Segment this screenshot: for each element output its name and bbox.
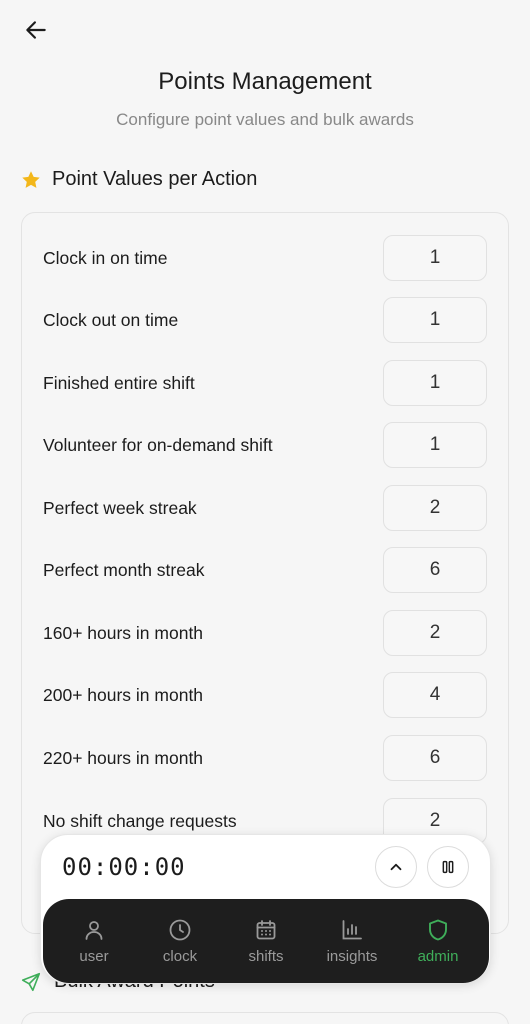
action-label: 200+ hours in month <box>43 684 204 705</box>
nav-label: clock <box>162 947 198 965</box>
point-row: Volunteer for on-demand shift <box>22 414 508 476</box>
point-value-input[interactable] <box>383 422 487 468</box>
bulk-award-card <box>21 1012 509 1024</box>
point-values-card: Clock in on time Clock out on time Finis… <box>21 212 509 934</box>
action-label: Volunteer for on-demand shift <box>43 434 273 455</box>
nav-label: insights <box>326 947 378 965</box>
point-value-input[interactable] <box>383 672 487 718</box>
page-title: Points Management <box>158 68 372 95</box>
point-value-input[interactable] <box>383 235 487 281</box>
nav-item-user[interactable]: user <box>53 918 135 965</box>
section-title: Point Values per Action <box>52 168 258 190</box>
action-label: Clock out on time <box>43 309 179 330</box>
page-subtitle: Configure point values and bulk awards <box>116 110 414 129</box>
timer-panel: 00:00:00 user clock shifts insights admi… <box>40 834 491 984</box>
action-label: 220+ hours in month <box>43 747 204 768</box>
bar-chart-icon <box>342 919 362 939</box>
collapse-button[interactable] <box>375 846 417 888</box>
nav-label: user <box>79 947 109 965</box>
calendar-icon <box>256 919 276 939</box>
nav-item-shifts[interactable]: shifts <box>225 918 307 965</box>
action-label: No shift change requests <box>43 810 237 831</box>
nav-label: shifts <box>248 947 284 965</box>
action-label: Perfect month streak <box>43 559 205 580</box>
point-value-input[interactable] <box>383 547 487 593</box>
pause-button[interactable] <box>427 846 469 888</box>
point-value-input[interactable] <box>383 360 487 406</box>
point-row: Finished entire shift <box>22 352 508 414</box>
bottom-nav: user clock shifts insights admin <box>43 899 489 983</box>
point-value-input[interactable] <box>383 735 487 781</box>
send-icon <box>21 972 41 991</box>
point-row: Clock in on time <box>22 227 508 289</box>
point-values-header: Point Values per Action <box>20 168 257 191</box>
chevron-up-icon <box>390 863 402 871</box>
point-row: 220+ hours in month <box>22 727 508 789</box>
timer-display: 00:00:00 <box>62 853 186 881</box>
star-icon <box>22 170 40 188</box>
action-label: Perfect week streak <box>43 497 197 518</box>
nav-item-insights[interactable]: insights <box>311 918 393 965</box>
back-button[interactable] <box>20 14 52 46</box>
clock-icon <box>169 919 191 940</box>
point-value-input[interactable] <box>383 485 487 531</box>
action-label: 160+ hours in month <box>43 622 204 643</box>
action-label: Finished entire shift <box>43 372 195 393</box>
action-label: Clock in on time <box>43 247 168 268</box>
point-row: 200+ hours in month <box>22 664 508 726</box>
arrow-left-icon <box>26 21 46 39</box>
point-value-input[interactable] <box>383 610 487 656</box>
point-row: 160+ hours in month <box>22 602 508 664</box>
user-icon <box>85 920 103 940</box>
point-row: Perfect month streak <box>22 539 508 601</box>
shield-icon <box>429 919 447 940</box>
nav-label: admin <box>417 947 459 965</box>
point-row: Clock out on time <box>22 289 508 351</box>
point-row: Perfect week streak <box>22 477 508 539</box>
pause-icon <box>442 860 454 874</box>
nav-item-admin[interactable]: admin <box>397 918 479 965</box>
point-value-input[interactable] <box>383 297 487 343</box>
nav-item-clock[interactable]: clock <box>139 918 221 965</box>
